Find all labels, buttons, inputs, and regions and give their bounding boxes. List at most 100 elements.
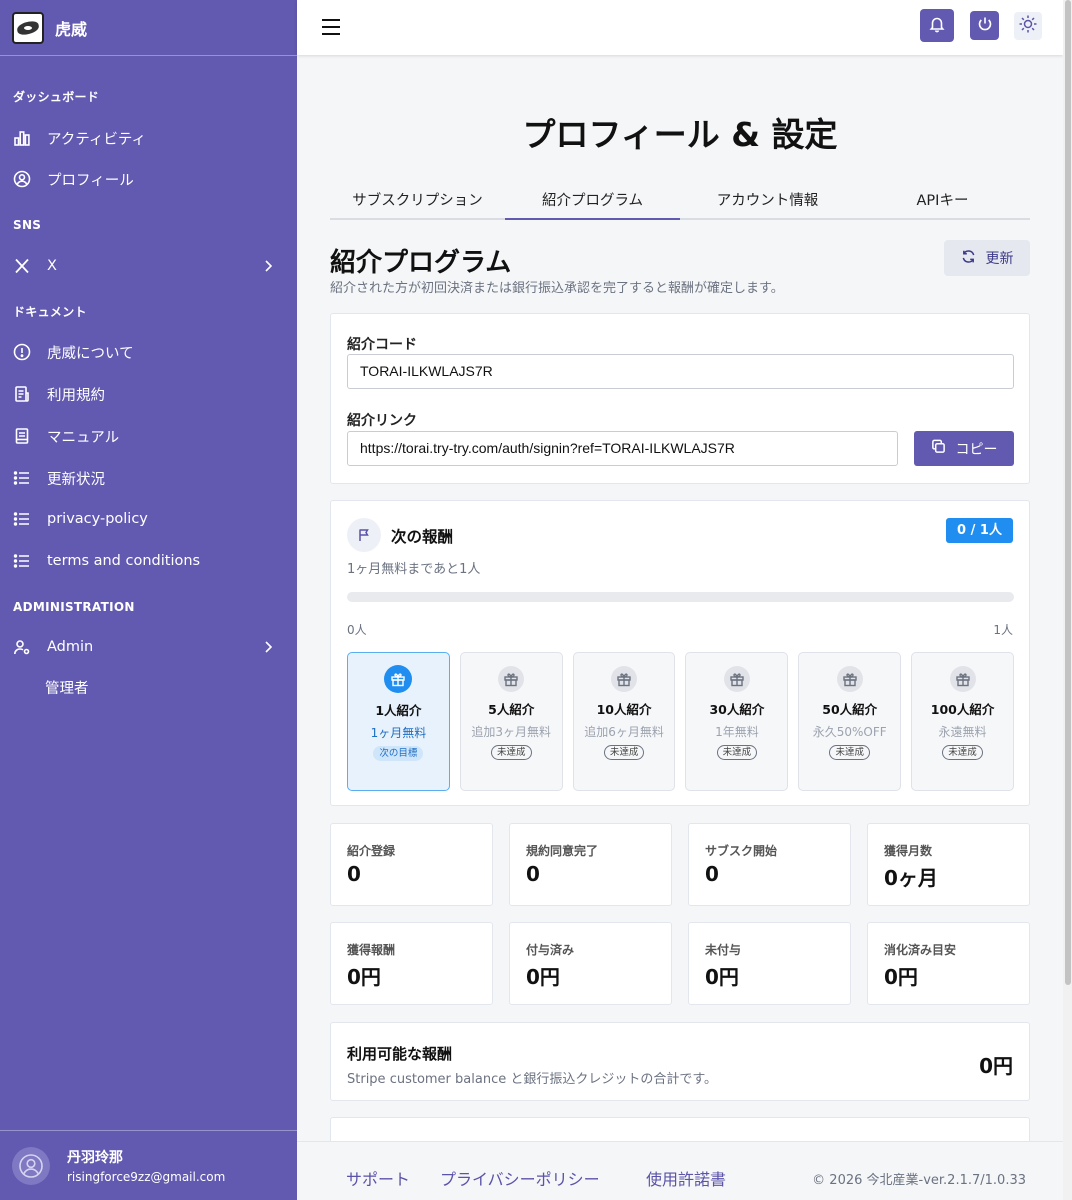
refresh-icon: [961, 249, 976, 268]
stat-card-terms-agreed: 規約同意完了 0: [509, 823, 672, 906]
reward-tier-10[interactable]: 10人紹介 追加6ヶ月無料 未達成: [572, 652, 676, 791]
x-logo-icon: [13, 257, 31, 275]
stat-label: 付与済み: [526, 943, 575, 957]
nav-section-sns: SNS: [13, 218, 42, 232]
sidebar-item-terms-and-conditions[interactable]: terms and conditions: [0, 543, 297, 579]
reward-tier-100[interactable]: 100人紹介 永遠無料 未達成: [911, 652, 1014, 791]
refresh-label: 更新: [985, 251, 1014, 267]
reward-tier-5[interactable]: 5人紹介 追加3ヶ月無料 未達成: [459, 652, 563, 791]
reward-tier-1[interactable]: 1人紹介 1ヶ月無料 次の目標: [347, 652, 450, 791]
sidebar-item-about[interactable]: 虎威について: [0, 334, 297, 370]
referral-link-input[interactable]: https://torai.try-try.com/auth/signin?re…: [347, 431, 898, 466]
copy-button[interactable]: コピー: [914, 431, 1014, 466]
sidebar-item-terms[interactable]: 利用規約: [0, 376, 297, 412]
reward-tier-30[interactable]: 30人紹介 1年無料 未達成: [685, 652, 789, 791]
available-rewards-card: 利用可能な報酬 Stripe customer balance と銀行振込クレジ…: [330, 1022, 1030, 1101]
tier-reward: 永久50%OFF: [812, 725, 887, 739]
stat-card-months-earned: 獲得月数 0ヶ月: [867, 823, 1030, 906]
tiger-logo-icon: [12, 11, 44, 44]
referral-link-label: 紹介リンク: [347, 413, 417, 429]
stat-card-rewards-earned: 獲得報酬 0円: [330, 922, 493, 1005]
gift-icon: [611, 666, 638, 692]
reward-progress-bar: [347, 592, 1014, 602]
document-icon: [13, 385, 31, 403]
footer-link-privacy-policy[interactable]: プライバシーポリシー: [440, 1166, 600, 1190]
user-circle-icon: [13, 170, 31, 188]
scrollbar-thumb[interactable]: [1065, 0, 1071, 985]
stat-value: 0円: [347, 965, 381, 989]
tier-reward: 1年無料: [715, 725, 759, 739]
tier-name: 50人紹介: [822, 702, 878, 717]
stat-label: 紹介登録: [347, 844, 396, 858]
hamburger-menu-icon[interactable]: [321, 17, 341, 37]
tier-reward: 1ヶ月無料: [370, 726, 427, 740]
flag-icon: [347, 518, 381, 552]
stat-value: 0円: [705, 965, 739, 989]
tier-reward: 追加3ヶ月無料: [471, 725, 552, 739]
tier-status-badge: 未達成: [942, 745, 983, 760]
tab-account-info[interactable]: アカウント情報: [680, 185, 855, 218]
next-reward-title: 次の報酬: [391, 528, 454, 546]
tab-referral-program[interactable]: 紹介プログラム: [505, 185, 680, 220]
tier-name: 1人紹介: [375, 703, 422, 718]
available-rewards-title: 利用可能な報酬: [347, 1045, 453, 1063]
tier-reward: 追加6ヶ月無料: [584, 725, 664, 739]
refresh-button[interactable]: 更新: [944, 240, 1030, 276]
stat-card-consumed-estimate: 消化済み目安 0円: [867, 922, 1030, 1005]
stat-label: 獲得報酬: [347, 943, 396, 957]
sidebar-item-x[interactable]: X: [0, 248, 297, 284]
notification-button[interactable]: [920, 9, 954, 42]
bell-icon: [928, 15, 946, 37]
reward-tier-50[interactable]: 50人紹介 永久50%OFF 未達成: [798, 652, 902, 791]
user-gear-icon: [13, 638, 31, 656]
sidebar-item-updates[interactable]: 更新状況: [0, 460, 297, 496]
tab-subscription[interactable]: サブスクリプション: [330, 185, 505, 218]
nav-section-documents: ドキュメント: [13, 305, 87, 319]
next-reward-subtitle: 1ヶ月無料まであと1人: [347, 562, 481, 577]
stat-value: 0: [705, 862, 719, 886]
sidebar-subitem-admin[interactable]: 管理者: [45, 671, 89, 707]
tab-api-keys[interactable]: APIキー: [855, 185, 1030, 218]
stat-card-not-granted: 未付与 0円: [688, 922, 851, 1005]
sidebar-item-label: terms and conditions: [47, 553, 201, 569]
gift-icon: [384, 665, 413, 693]
tier-status-badge: 次の目標: [373, 746, 424, 761]
user-profile-box[interactable]: 丹羽玲那 risingforce9zz@gmail.com: [0, 1130, 297, 1200]
sidebar-item-manual[interactable]: マニュアル: [0, 418, 297, 454]
logout-button[interactable]: [970, 11, 999, 40]
brand-header[interactable]: 虎威: [0, 0, 297, 56]
theme-toggle-button[interactable]: [1014, 12, 1042, 40]
sidebar-item-label: マニュアル: [47, 429, 120, 446]
progress-max-label: 1人: [993, 623, 1013, 637]
stat-card-subscription-started: サブスク開始 0: [688, 823, 851, 906]
gift-icon: [498, 666, 525, 692]
user-name: 丹羽玲那: [67, 1150, 123, 1166]
footer-link-support[interactable]: サポート: [346, 1166, 410, 1190]
nav-section-dashboard: ダッシュボード: [13, 90, 100, 104]
tier-status-badge: 未達成: [490, 745, 532, 760]
sun-icon: [1018, 14, 1038, 38]
top-bar: [297, 0, 1063, 55]
user-email: risingforce9zz@gmail.com: [67, 1170, 226, 1184]
copyright: © 2026 今北産業-ver.2.1.7/1.0.33: [812, 1173, 1026, 1188]
sidebar-item-label: プロフィール: [47, 172, 134, 189]
avatar: [12, 1146, 50, 1185]
copy-icon: [931, 439, 946, 458]
sidebar: 虎威 ダッシュボード アクティビティ プロフィール SNS X ドキュメント 虎…: [0, 0, 297, 1200]
referral-code-card: 紹介コード TORAI-ILKWLAJS7R 紹介リンク https://tor…: [330, 313, 1030, 484]
available-rewards-description: Stripe customer balance と銀行振込クレジットの合計です。: [347, 1072, 718, 1087]
sidebar-item-admin[interactable]: Admin: [0, 629, 297, 665]
gift-icon: [949, 666, 976, 692]
stat-label: 獲得月数: [884, 844, 933, 858]
sidebar-item-privacy-policy[interactable]: privacy-policy: [0, 501, 297, 537]
footer-link-license[interactable]: 使用許諾書: [646, 1166, 726, 1190]
stat-label: 消化済み目安: [884, 943, 957, 957]
stat-value: 0円: [884, 965, 918, 989]
nav-section-administration: ADMINISTRATION: [13, 600, 135, 614]
book-icon: [13, 427, 31, 445]
tier-status-badge: 未達成: [829, 745, 870, 760]
sidebar-item-profile[interactable]: プロフィール: [0, 161, 297, 197]
gift-icon: [723, 666, 750, 692]
sidebar-item-activity[interactable]: アクティビティ: [0, 120, 297, 156]
referral-code-input[interactable]: TORAI-ILKWLAJS7R: [347, 354, 1014, 389]
